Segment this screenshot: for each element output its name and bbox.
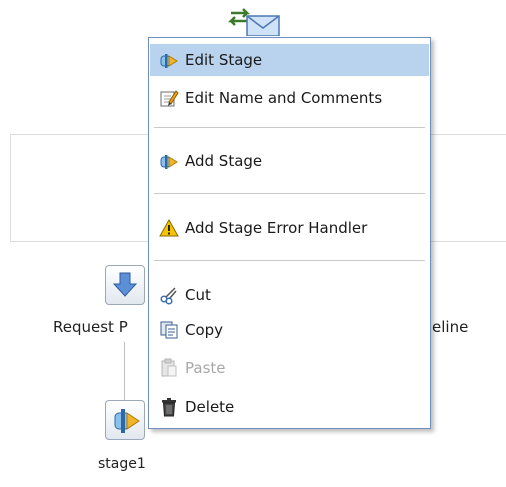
canvas-left-border	[10, 134, 11, 242]
menu-item-label: Add Stage Error Handler	[185, 219, 368, 237]
menu-item-add-stage-error-handler[interactable]: Add Stage Error Handler	[150, 212, 429, 244]
pipeline-label-fragment: eline	[432, 318, 469, 336]
menu-separator	[154, 193, 425, 195]
menu-item-paste[interactable]: Paste	[150, 352, 429, 384]
context-menu: Edit Stage Edit Name and Comments Add St…	[148, 37, 431, 429]
menu-item-cut[interactable]: Cut	[150, 279, 429, 311]
menu-separator	[154, 260, 425, 262]
scissors-icon	[158, 284, 180, 306]
stage-node-icon[interactable]	[105, 400, 145, 440]
request-pipeline-label: Request P	[53, 318, 128, 336]
edit-pencil-icon	[158, 87, 180, 109]
menu-item-add-stage[interactable]: Add Stage	[150, 145, 429, 177]
menu-item-edit-stage[interactable]: Edit Stage	[150, 44, 429, 76]
menu-item-label: Cut	[185, 286, 211, 304]
menu-separator	[154, 127, 425, 129]
stage-label: stage1	[98, 456, 146, 472]
stage-icon	[158, 150, 180, 172]
copy-icon	[158, 319, 180, 341]
pipeline-connector	[124, 342, 125, 400]
request-pipeline-icon[interactable]	[105, 265, 145, 305]
stage-icon	[158, 49, 180, 71]
route-node-icon[interactable]	[225, 4, 285, 37]
menu-item-label: Paste	[185, 359, 226, 377]
paste-icon	[158, 357, 180, 379]
menu-item-delete[interactable]: Delete	[150, 391, 429, 423]
menu-item-label: Edit Name and Comments	[185, 89, 383, 107]
menu-item-label: Copy	[185, 321, 224, 339]
warning-icon	[158, 217, 180, 239]
menu-item-label: Edit Stage	[185, 51, 263, 69]
menu-item-label: Delete	[185, 398, 235, 416]
menu-item-copy[interactable]: Copy	[150, 314, 429, 346]
menu-item-edit-name-comments[interactable]: Edit Name and Comments	[150, 82, 429, 114]
menu-item-label: Add Stage	[185, 152, 263, 170]
trash-icon	[158, 396, 180, 418]
